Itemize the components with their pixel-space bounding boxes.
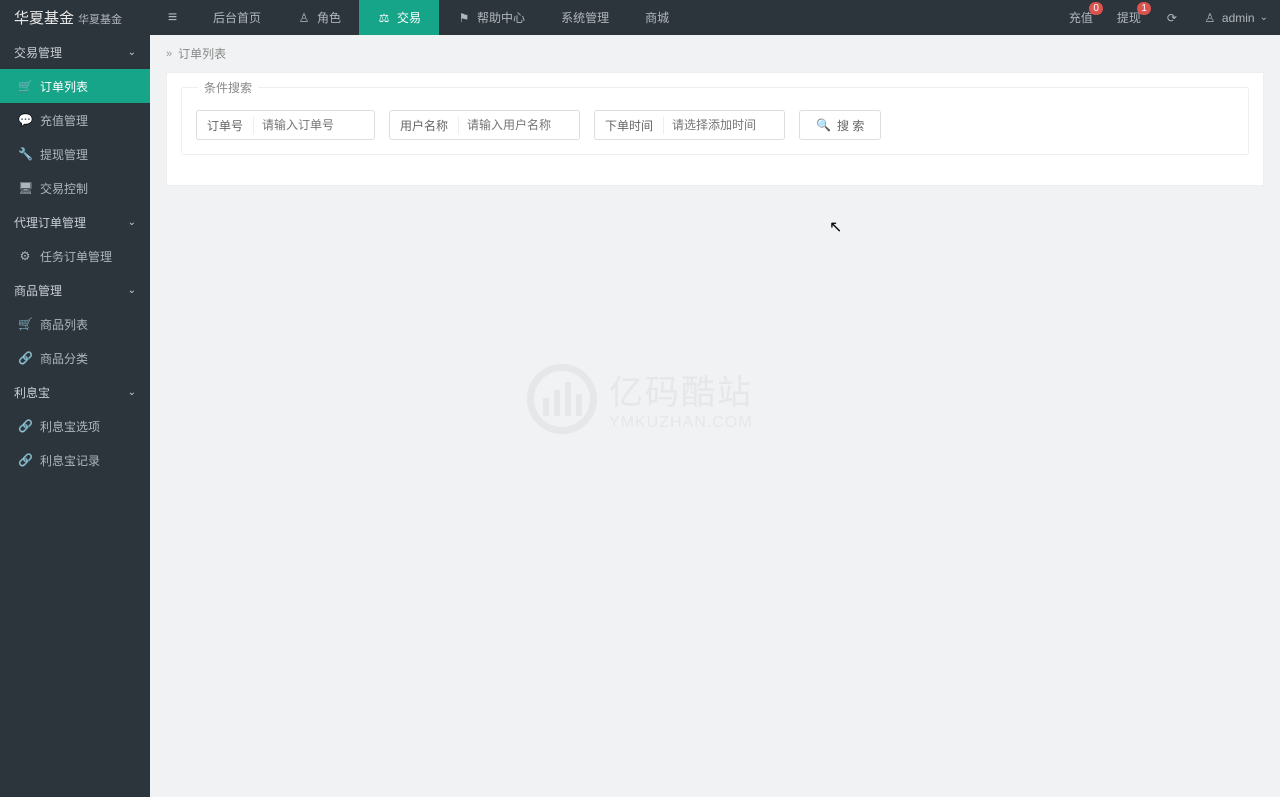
brand-sub: 华夏基金 — [78, 11, 122, 27]
top-menu-item-2[interactable]: ⚖ 交易 — [359, 0, 439, 35]
sidebar-item-icon: 💬 — [18, 113, 32, 127]
header-right: 充值 0 提现 1 ⟳ ♙ admin ⌄ — [1057, 0, 1280, 35]
user-icon: ♙ — [1203, 11, 1217, 25]
menu-label: 商城 — [645, 9, 669, 26]
chevron-down-icon: ⌄ — [128, 217, 136, 228]
sidebar-item-icon: 🛒 — [18, 317, 32, 331]
breadcrumb-icon: » — [166, 48, 172, 60]
refresh-button[interactable]: ⟳ — [1153, 0, 1191, 35]
order-number-label: 订单号 — [197, 117, 254, 134]
order-number-group: 订单号 — [196, 110, 375, 140]
sidebar-item-icon: 🔗 — [18, 351, 32, 365]
sidebar: 交易管理⌄🛒订单列表💬充值管理🔧提现管理🖥交易控制代理订单管理⌄⚙任务订单管理商… — [0, 35, 150, 797]
username-input[interactable] — [459, 111, 579, 139]
top-menu-item-0[interactable]: 后台首页 — [195, 0, 279, 35]
sidebar-item-label: 任务订单管理 — [40, 248, 112, 265]
sidebar-item-1-0[interactable]: ⚙ 任务订单管理 — [0, 239, 150, 273]
menu-label: 交易 — [397, 9, 421, 26]
menu-icon: ⚑ — [457, 11, 471, 25]
menu-icon: ⚖ — [377, 11, 391, 25]
order-time-input[interactable] — [664, 111, 784, 139]
order-time-group: 下单时间 — [594, 110, 785, 140]
sidebar-item-label: 交易控制 — [40, 180, 88, 197]
sidebar-item-label: 利息宝选项 — [40, 418, 100, 435]
filter-title: 条件搜索 — [198, 79, 258, 96]
chevron-down-icon: ⌄ — [128, 47, 136, 58]
main-content: » 订单列表 条件搜索 订单号 用户名称 下单时间 — [150, 35, 1280, 797]
withdraw-link[interactable]: 提现 1 — [1105, 0, 1153, 35]
sidebar-item-2-1[interactable]: 🔗 商品分类 — [0, 341, 150, 375]
menu-toggle-icon[interactable]: ≡ — [150, 9, 195, 27]
sidebar-item-label: 利息宝记录 — [40, 452, 100, 469]
sidebar-item-2-0[interactable]: 🛒 商品列表 — [0, 307, 150, 341]
sidebar-group-label: 交易管理 — [14, 44, 62, 61]
menu-label: 系统管理 — [561, 9, 609, 26]
sidebar-item-3-1[interactable]: 🔗 利息宝记录 — [0, 443, 150, 477]
user-name: admin — [1222, 11, 1255, 25]
refresh-icon: ⟳ — [1165, 11, 1179, 25]
sidebar-item-0-2[interactable]: 🔧 提现管理 — [0, 137, 150, 171]
sidebar-item-label: 提现管理 — [40, 146, 88, 163]
sidebar-item-icon: 🔗 — [18, 453, 32, 467]
menu-icon: ♙ — [297, 11, 311, 25]
top-menu: 后台首页 ♙ 角色 ⚖ 交易 ⚑ 帮助中心 系统管理 商城 — [195, 0, 687, 35]
sidebar-item-0-0[interactable]: 🛒 订单列表 — [0, 69, 150, 103]
brand-main: 华夏基金 — [14, 7, 74, 28]
menu-label: 角色 — [317, 9, 341, 26]
withdraw-badge: 1 — [1137, 2, 1151, 15]
top-menu-item-3[interactable]: ⚑ 帮助中心 — [439, 0, 543, 35]
sidebar-item-0-1[interactable]: 💬 充值管理 — [0, 103, 150, 137]
breadcrumb: » 订单列表 — [150, 35, 1280, 72]
chevron-down-icon: ⌄ — [128, 387, 136, 398]
sidebar-item-icon: 🔗 — [18, 419, 32, 433]
sidebar-item-icon: ⚙ — [18, 249, 32, 263]
breadcrumb-text: 订单列表 — [178, 45, 226, 62]
sidebar-group-2[interactable]: 商品管理 ⌄ — [0, 273, 150, 307]
sidebar-group-3[interactable]: 利息宝 ⌄ — [0, 375, 150, 409]
sidebar-item-label: 订单列表 — [40, 78, 88, 95]
search-button[interactable]: 🔍 搜 索 — [799, 110, 881, 140]
sidebar-group-0[interactable]: 交易管理 ⌄ — [0, 35, 150, 69]
brand-logo: 华夏基金 华夏基金 — [0, 7, 150, 28]
sidebar-item-label: 商品列表 — [40, 316, 88, 333]
top-header: 华夏基金 华夏基金 ≡ 后台首页 ♙ 角色 ⚖ 交易 ⚑ 帮助中心 系统管理 商城 充值 0 提… — [0, 0, 1280, 35]
search-button-label: 搜 索 — [837, 117, 864, 134]
user-menu[interactable]: ♙ admin ⌄ — [1191, 0, 1280, 35]
top-menu-item-5[interactable]: 商城 — [627, 0, 687, 35]
search-icon: 🔍 — [816, 118, 831, 132]
sidebar-group-label: 商品管理 — [14, 282, 62, 299]
chevron-down-icon: ⌄ — [128, 285, 136, 296]
chevron-down-icon: ⌄ — [1260, 12, 1268, 23]
recharge-badge: 0 — [1089, 2, 1103, 15]
content-card: 条件搜索 订单号 用户名称 下单时间 🔍 — [166, 72, 1264, 186]
top-menu-item-4[interactable]: 系统管理 — [543, 0, 627, 35]
sidebar-item-icon: 🔧 — [18, 147, 32, 161]
sidebar-item-icon: 🖥 — [18, 181, 32, 195]
sidebar-item-icon: 🛒 — [18, 79, 32, 93]
sidebar-item-0-3[interactable]: 🖥 交易控制 — [0, 171, 150, 205]
recharge-link[interactable]: 充值 0 — [1057, 0, 1105, 35]
username-group: 用户名称 — [389, 110, 580, 140]
order-number-input[interactable] — [254, 111, 374, 139]
filter-panel: 条件搜索 订单号 用户名称 下单时间 🔍 — [181, 87, 1249, 155]
sidebar-group-label: 利息宝 — [14, 384, 50, 401]
menu-label: 帮助中心 — [477, 9, 525, 26]
top-menu-item-1[interactable]: ♙ 角色 — [279, 0, 359, 35]
order-time-label: 下单时间 — [595, 117, 664, 134]
sidebar-item-label: 商品分类 — [40, 350, 88, 367]
sidebar-group-label: 代理订单管理 — [14, 214, 86, 231]
sidebar-item-3-0[interactable]: 🔗 利息宝选项 — [0, 409, 150, 443]
menu-label: 后台首页 — [213, 9, 261, 26]
sidebar-group-1[interactable]: 代理订单管理 ⌄ — [0, 205, 150, 239]
sidebar-item-label: 充值管理 — [40, 112, 88, 129]
username-label: 用户名称 — [390, 117, 459, 134]
